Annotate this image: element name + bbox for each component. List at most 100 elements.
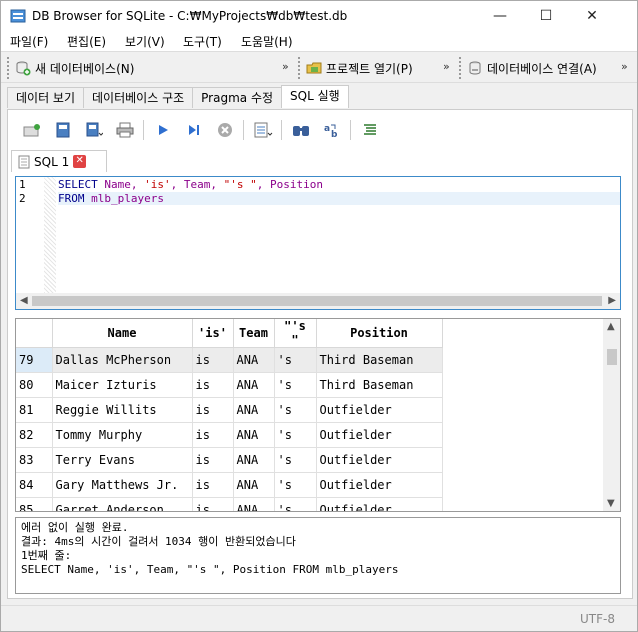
toolbar-overflow-icon[interactable]: » xyxy=(621,60,628,73)
find-replace-button[interactable]: ab xyxy=(316,118,347,142)
table-cell[interactable]: Reggie Willits xyxy=(52,397,193,423)
tab-execute-sql[interactable]: SQL 실행 xyxy=(281,85,349,108)
scroll-down-icon[interactable]: ▼ xyxy=(607,498,615,509)
row-number[interactable]: 81 xyxy=(16,397,53,423)
table-cell[interactable]: 's xyxy=(274,347,317,373)
table-cell[interactable]: ANA xyxy=(233,397,275,423)
table-cell[interactable]: 's xyxy=(274,497,317,511)
menu-view[interactable]: 보기(V) xyxy=(125,33,165,50)
save-sql-file-button[interactable] xyxy=(78,118,109,142)
sql-editor[interactable]: 1 2 SELECT Name, 'is', Team, "'s ", Posi… xyxy=(15,176,621,310)
table-cell[interactable]: Terry Evans xyxy=(52,447,193,473)
table-row[interactable]: 81 Reggie Willits is ANA 's Outfielder xyxy=(16,397,443,423)
scroll-right-icon[interactable]: ▶ xyxy=(608,295,616,306)
table-cell[interactable]: ANA xyxy=(233,447,275,473)
table-cell[interactable]: Tommy Murphy xyxy=(52,422,193,448)
save-results-button[interactable] xyxy=(247,118,278,142)
toolbar-overflow-icon[interactable]: » xyxy=(282,60,289,73)
row-number[interactable]: 84 xyxy=(16,472,53,498)
minimize-button[interactable]: — xyxy=(477,1,523,31)
table-cell[interactable]: 's xyxy=(274,447,317,473)
scroll-up-icon[interactable]: ▲ xyxy=(607,321,615,332)
table-cell[interactable]: Outfielder xyxy=(316,422,443,448)
toolbar-overflow-icon[interactable]: » xyxy=(443,60,450,73)
table-cell[interactable]: ANA xyxy=(233,422,275,448)
open-sql-file-button[interactable] xyxy=(47,118,78,142)
tab-edit-pragmas[interactable]: Pragma 수정 xyxy=(192,87,283,108)
print-button[interactable] xyxy=(109,118,140,142)
table-row[interactable]: 82 Tommy Murphy is ANA 's Outfielder xyxy=(16,422,443,448)
table-cell[interactable]: 's xyxy=(274,372,317,398)
menu-file[interactable]: 파일(F) xyxy=(10,33,48,50)
row-number[interactable]: 82 xyxy=(16,422,53,448)
column-header[interactable]: 'is' xyxy=(192,319,234,348)
open-tab-button[interactable] xyxy=(16,118,47,142)
table-cell[interactable]: is xyxy=(192,497,234,511)
table-cell[interactable]: ANA xyxy=(233,347,275,373)
grid-vertical-scrollbar[interactable]: ▲ ▼ xyxy=(603,319,620,511)
stop-execution-button[interactable] xyxy=(209,118,240,142)
row-number[interactable]: 85 xyxy=(16,497,53,511)
table-cell[interactable]: Third Baseman xyxy=(316,372,443,398)
table-row[interactable]: 85 Garret Anderson is ANA 's Outfielder xyxy=(16,497,443,511)
results-grid[interactable]: Name 'is' Team "'s " Position 79 Dallas … xyxy=(15,318,621,512)
toolbar-grip-icon[interactable] xyxy=(7,57,11,79)
table-cell[interactable]: ANA xyxy=(233,497,275,511)
table-row[interactable]: 83 Terry Evans is ANA 's Outfielder xyxy=(16,447,443,473)
table-cell[interactable]: 's xyxy=(274,472,317,498)
table-cell[interactable]: is xyxy=(192,347,234,373)
column-header[interactable]: "'s " xyxy=(274,319,317,348)
execute-all-button[interactable] xyxy=(147,118,178,142)
menu-help[interactable]: 도움말(H) xyxy=(241,33,293,50)
table-cell[interactable]: Garret Anderson xyxy=(52,497,193,511)
menu-tools[interactable]: 도구(T) xyxy=(183,33,222,50)
menu-edit[interactable]: 편집(E) xyxy=(67,33,106,50)
scrollbar-thumb[interactable] xyxy=(607,349,617,365)
table-cell[interactable]: is xyxy=(192,397,234,423)
table-cell[interactable]: ANA xyxy=(233,372,275,398)
table-cell[interactable]: 's xyxy=(274,422,317,448)
find-button[interactable] xyxy=(285,118,316,142)
tab-database-structure[interactable]: 데이터베이스 구조 xyxy=(83,87,194,108)
row-header-corner[interactable] xyxy=(16,319,53,348)
table-cell[interactable]: is xyxy=(192,472,234,498)
table-row[interactable]: 79 Dallas McPherson is ANA 's Third Base… xyxy=(16,347,443,373)
row-number[interactable]: 79 xyxy=(16,347,53,373)
table-cell[interactable]: Outfielder xyxy=(316,497,443,511)
table-cell[interactable]: Gary Matthews Jr. xyxy=(52,472,193,498)
column-header[interactable]: Name xyxy=(52,319,193,348)
maximize-button[interactable]: ☐ xyxy=(523,1,569,31)
table-cell[interactable]: is xyxy=(192,372,234,398)
execution-message-pane[interactable]: 에러 없이 실행 완료. 결과: 4ms의 시간이 걸려서 1034 행이 반환… xyxy=(15,517,621,594)
table-row[interactable]: 84 Gary Matthews Jr. is ANA 's Outfielde… xyxy=(16,472,443,498)
execute-line-button[interactable] xyxy=(178,118,209,142)
row-number[interactable]: 83 xyxy=(16,447,53,473)
editor-horizontal-scrollbar[interactable]: ◀ ▶ xyxy=(16,293,620,309)
row-number[interactable]: 80 xyxy=(16,372,53,398)
sql-editor-tab[interactable]: SQL 1 ✕ xyxy=(11,150,107,172)
close-window-button[interactable]: ✕ xyxy=(569,1,615,31)
open-project-button[interactable]: 프로젝트 열기(P) xyxy=(306,60,413,77)
close-tab-icon[interactable]: ✕ xyxy=(73,155,87,168)
table-cell[interactable]: Third Baseman xyxy=(316,347,443,373)
scroll-left-icon[interactable]: ◀ xyxy=(20,295,28,306)
table-cell[interactable]: Outfielder xyxy=(316,447,443,473)
table-cell[interactable]: is xyxy=(192,422,234,448)
toolbar-grip-icon[interactable] xyxy=(298,57,302,79)
toolbar-grip-icon[interactable] xyxy=(459,57,463,79)
table-cell[interactable]: 's xyxy=(274,397,317,423)
tab-browse-data[interactable]: 데이터 보기 xyxy=(7,87,85,108)
table-cell[interactable]: ANA xyxy=(233,472,275,498)
table-cell[interactable]: Outfielder xyxy=(316,472,443,498)
column-header[interactable]: Position xyxy=(316,319,443,348)
column-header[interactable]: Team xyxy=(233,319,275,348)
table-row[interactable]: 80 Maicer Izturis is ANA 's Third Basema… xyxy=(16,372,443,398)
table-cell[interactable]: Maicer Izturis xyxy=(52,372,193,398)
scrollbar-thumb[interactable] xyxy=(32,296,602,306)
table-cell[interactable]: is xyxy=(192,447,234,473)
attach-database-button[interactable]: 데이터베이스 연결(A) xyxy=(467,60,597,77)
table-cell[interactable]: Dallas McPherson xyxy=(52,347,193,373)
table-cell[interactable]: Outfielder xyxy=(316,397,443,423)
comment-toggle-button[interactable] xyxy=(354,118,385,142)
new-database-button[interactable]: 새 데이터베이스(N) xyxy=(15,60,134,77)
